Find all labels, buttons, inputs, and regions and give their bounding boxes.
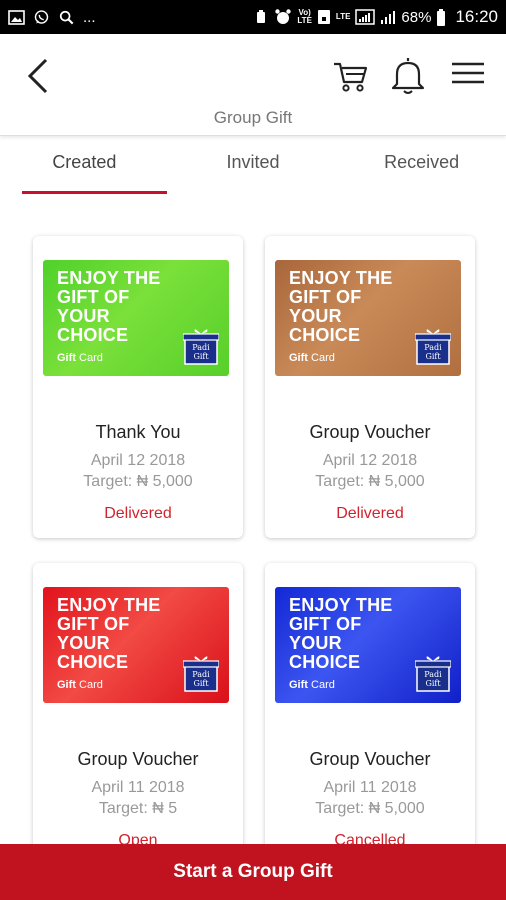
cart-button[interactable] bbox=[330, 56, 370, 96]
status-bar: ... Vo) LTE LTE 68% 16:20 bbox=[0, 0, 506, 34]
svg-text:Gift: Gift bbox=[193, 352, 209, 361]
gift-card-item[interactable]: ENJOY THE GIFT OF YOUR CHOICE Gift Card … bbox=[265, 563, 475, 865]
gift-card-headline: ENJOY THE GIFT OF YOUR CHOICE bbox=[289, 595, 393, 672]
back-button[interactable] bbox=[22, 54, 58, 98]
signal-icon bbox=[355, 9, 376, 25]
vibrate-icon bbox=[257, 10, 266, 23]
tab-received[interactable]: Received bbox=[337, 136, 506, 196]
gift-target: Target: ₦ 5,000 bbox=[315, 800, 425, 817]
gift-date: April 12 2018 bbox=[322, 452, 418, 469]
battery-icon bbox=[437, 8, 446, 26]
tab-created[interactable]: Created bbox=[0, 136, 169, 196]
svg-text:Padi: Padi bbox=[424, 670, 442, 679]
svg-text:Gift: Gift bbox=[425, 352, 441, 361]
image-icon bbox=[8, 9, 25, 25]
gift-card-sublabel: Gift Card bbox=[57, 679, 103, 691]
start-group-gift-button[interactable]: Start a Group Gift bbox=[0, 844, 506, 900]
gift-card-headline: ENJOY THE GIFT OF YOUR CHOICE bbox=[57, 268, 161, 345]
svg-text:Gift: Gift bbox=[193, 679, 209, 688]
search-icon bbox=[59, 10, 74, 24]
chevron-left-icon bbox=[27, 58, 48, 94]
padi-gift-logo-icon: Padi Gift bbox=[415, 329, 451, 365]
whatsapp-icon bbox=[34, 9, 49, 24]
bell-icon bbox=[391, 58, 425, 94]
page-title: Group Gift bbox=[213, 108, 293, 127]
gift-title: Thank You bbox=[95, 422, 181, 442]
cart-icon bbox=[334, 62, 368, 92]
lte-indicator: LTE bbox=[335, 12, 351, 21]
gift-title: Group Voucher bbox=[309, 749, 431, 769]
padi-gift-logo-icon: Padi Gift bbox=[183, 329, 219, 365]
svg-text:Gift: Gift bbox=[425, 679, 441, 688]
gift-card-image: ENJOY THE GIFT OF YOUR CHOICE Gift Card … bbox=[43, 587, 229, 703]
hamburger-icon bbox=[452, 62, 484, 84]
status-time: 16:20 bbox=[455, 7, 498, 26]
gift-date: April 11 2018 bbox=[323, 779, 417, 796]
gift-target: Target: ₦ 5,000 bbox=[83, 473, 193, 490]
gift-card-item[interactable]: ENJOY THE GIFT OF YOUR CHOICE Gift Card … bbox=[33, 563, 243, 865]
gift-status: Delivered bbox=[336, 505, 404, 522]
tab-bar: Created Invited Received bbox=[0, 136, 506, 196]
gift-card-item[interactable]: ENJOY THE GIFT OF YOUR CHOICE Gift Card … bbox=[265, 236, 475, 538]
alarm-icon bbox=[275, 9, 292, 24]
gift-status: Delivered bbox=[104, 505, 172, 522]
gift-card-headline: ENJOY THE GIFT OF YOUR CHOICE bbox=[57, 595, 161, 672]
gift-card-image: ENJOY THE GIFT OF YOUR CHOICE Gift Card … bbox=[275, 260, 461, 376]
gift-date: April 11 2018 bbox=[91, 779, 185, 796]
gift-card-sublabel: Gift Card bbox=[289, 352, 335, 364]
svg-text:Padi: Padi bbox=[192, 343, 210, 352]
gift-card-sublabel: Gift Card bbox=[57, 352, 103, 364]
status-overflow: ... bbox=[83, 8, 96, 26]
svg-text:Padi: Padi bbox=[192, 670, 210, 679]
gift-date: April 12 2018 bbox=[90, 452, 186, 469]
gift-card-sublabel: Gift Card bbox=[289, 679, 335, 691]
gift-card-image: ENJOY THE GIFT OF YOUR CHOICE Gift Card … bbox=[43, 260, 229, 376]
notifications-button[interactable] bbox=[388, 54, 428, 96]
padi-gift-logo-icon: Padi Gift bbox=[415, 656, 451, 692]
data-transfer-icon bbox=[317, 10, 330, 24]
gift-card-image: ENJOY THE GIFT OF YOUR CHOICE Gift Card … bbox=[275, 587, 461, 703]
volte-indicator: Vo) LTE bbox=[297, 8, 312, 25]
tab-invited[interactable]: Invited bbox=[169, 136, 338, 196]
gift-title: Group Voucher bbox=[309, 422, 431, 442]
gift-card-item[interactable]: ENJOY THE GIFT OF YOUR CHOICE Gift Card … bbox=[33, 236, 243, 538]
status-left-icons: ... bbox=[8, 9, 96, 26]
gift-target: Target: ₦ 5,000 bbox=[315, 473, 425, 490]
svg-text:Padi: Padi bbox=[424, 343, 442, 352]
gift-title: Group Voucher bbox=[77, 749, 199, 769]
padi-gift-logo-icon: Padi Gift bbox=[183, 656, 219, 692]
menu-button[interactable] bbox=[448, 56, 488, 92]
battery-percent: 68% bbox=[401, 8, 432, 26]
gift-target: Target: ₦ 5 bbox=[98, 800, 178, 817]
app-header: Group Gift bbox=[0, 34, 506, 136]
gift-card-headline: ENJOY THE GIFT OF YOUR CHOICE bbox=[289, 268, 393, 345]
status-right-icons: Vo) LTE LTE 68% 16:20 bbox=[253, 7, 498, 27]
signal-bars-icon bbox=[381, 11, 396, 24]
